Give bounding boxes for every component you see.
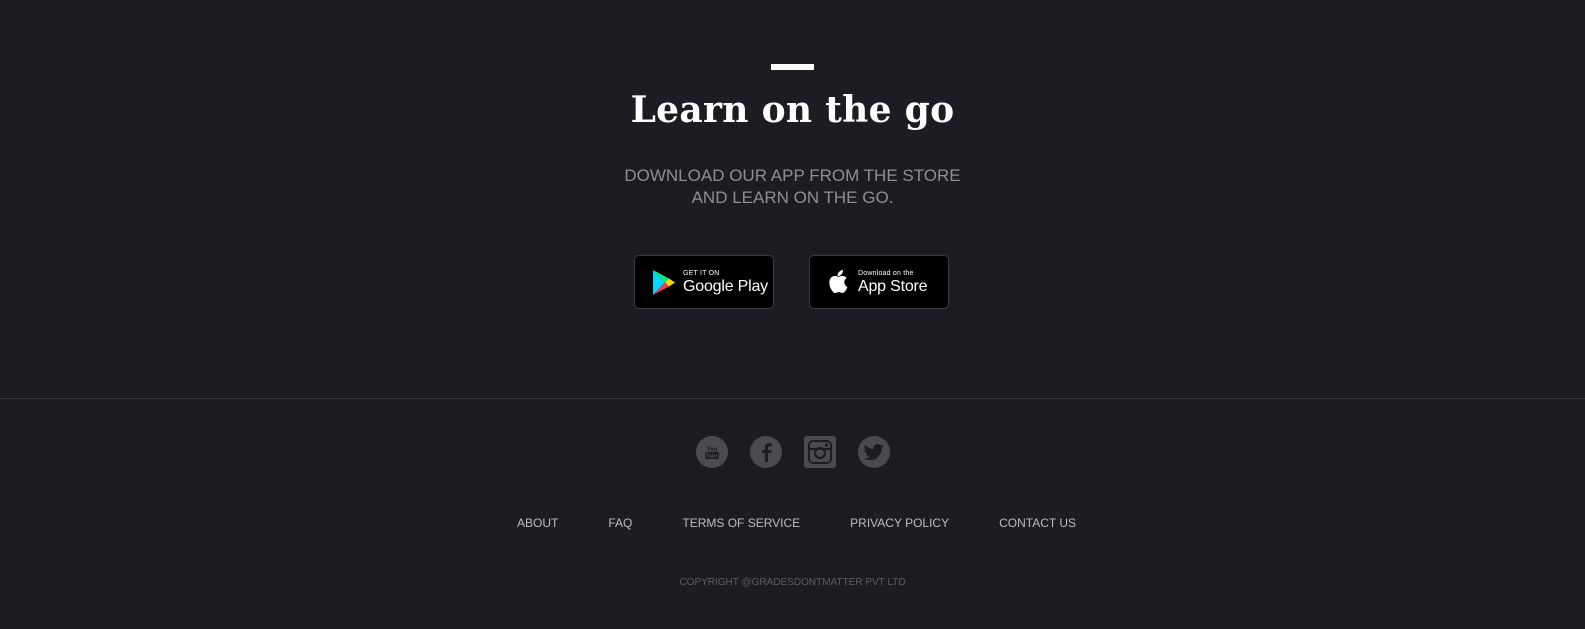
instagram-icon[interactable] — [803, 436, 836, 468]
google-play-icon — [651, 268, 677, 296]
facebook-icon[interactable] — [749, 436, 782, 468]
footer-link-terms-of-service[interactable]: TERMS OF SERVICE — [682, 515, 800, 531]
heading-accent-bar — [771, 64, 814, 70]
page-title: Learn on the go — [630, 89, 955, 131]
google-play-label: Google Play — [683, 277, 768, 295]
footer-link-about[interactable]: ABOUT — [517, 515, 558, 531]
social-links: You Tube — [0, 436, 1585, 468]
app-store-label: App Store — [858, 277, 928, 295]
app-store-small-label: Download on the — [858, 269, 914, 277]
apple-icon — [826, 268, 852, 296]
app-store-button[interactable]: Download on the App Store — [809, 255, 949, 309]
twitter-icon[interactable] — [857, 436, 890, 468]
google-play-small-label: GET IT ON — [683, 269, 720, 277]
svg-text:Tube: Tube — [705, 454, 718, 460]
youtube-icon[interactable]: You Tube — [695, 436, 728, 468]
footer-link-faq[interactable]: FAQ — [608, 515, 632, 531]
footer-divider — [0, 398, 1585, 399]
footer-link-privacy-policy[interactable]: PRIVACY POLICY — [850, 515, 949, 531]
footer-nav: ABOUT FAQ TERMS OF SERVICE PRIVACY POLIC… — [0, 515, 1585, 531]
google-play-button[interactable]: GET IT ON Google Play — [634, 255, 774, 309]
footer-link-contact-us[interactable]: CONTACT US — [999, 515, 1076, 531]
copyright-text: COPYRIGHT @GRADESDONTMATTER PVT LTD — [679, 577, 906, 588]
page-subtitle: DOWNLOAD OUR APP FROM THE STORE AND LEAR… — [624, 166, 961, 207]
